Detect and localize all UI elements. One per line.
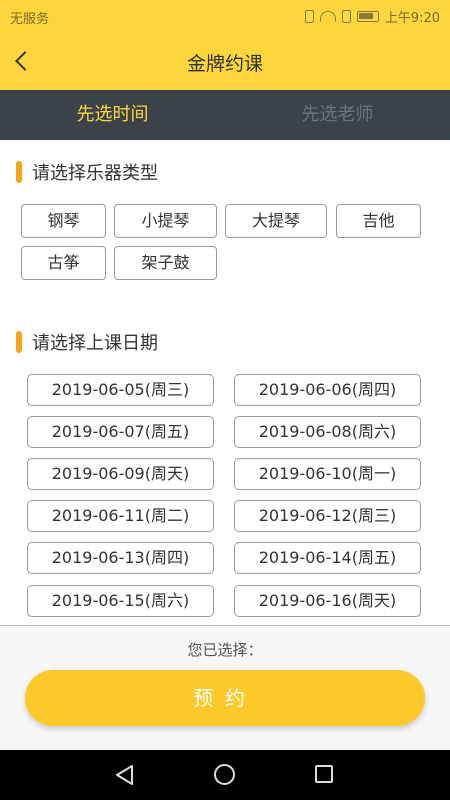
- system-nav-bar: [0, 750, 450, 800]
- instrument-option-drums[interactable]: 架子鼓: [114, 246, 217, 280]
- date-option[interactable]: 2019-06-15(周六): [27, 585, 214, 617]
- nav-home-icon[interactable]: [214, 764, 235, 785]
- wifi-icon: [319, 11, 336, 22]
- selected-summary-label: 您已选择：: [187, 641, 263, 659]
- instrument-option-guitar[interactable]: 吉他: [336, 204, 421, 238]
- date-option[interactable]: 2019-06-11(周二): [27, 500, 214, 532]
- date-option[interactable]: 2019-06-08(周六): [234, 416, 421, 448]
- date-option[interactable]: 2019-06-12(周三): [234, 500, 421, 532]
- tab-choose-teacher[interactable]: 先选老师: [225, 90, 450, 140]
- instrument-section-header: 请选择乐器类型: [16, 159, 158, 185]
- app-header: 金牌约课: [0, 32, 450, 90]
- section-marker: [16, 331, 22, 353]
- status-bar: 无服务 上午9:20: [0, 0, 450, 32]
- carrier-text: 无服务: [10, 12, 50, 27]
- date-option[interactable]: 2019-06-05(周三): [27, 374, 214, 406]
- clock: 上午9:20: [384, 11, 440, 26]
- date-option[interactable]: 2019-06-06(周四): [234, 374, 421, 406]
- date-option[interactable]: 2019-06-14(周五): [234, 542, 421, 574]
- book-button[interactable]: 预约: [25, 670, 425, 726]
- date-option[interactable]: 2019-06-16(周天): [234, 585, 421, 617]
- date-option[interactable]: 2019-06-07(周五): [27, 416, 214, 448]
- date-section-title: 请选择上课日期: [32, 333, 158, 354]
- date-option[interactable]: 2019-06-13(周四): [27, 542, 214, 574]
- bottom-panel: 您已选择： 预约: [0, 625, 450, 750]
- instrument-section-title: 请选择乐器类型: [32, 163, 158, 184]
- tab-choose-time[interactable]: 先选时间: [0, 90, 225, 140]
- section-marker: [16, 161, 22, 183]
- date-section-header: 请选择上课日期: [16, 329, 158, 355]
- status-icons: 上午9:20: [304, 7, 440, 26]
- instrument-option-cello[interactable]: 大提琴: [225, 204, 327, 238]
- nav-back-icon[interactable]: [115, 764, 135, 786]
- date-option[interactable]: 2019-06-10(周一): [234, 458, 421, 490]
- tab-bar: 先选时间 先选老师: [0, 90, 450, 140]
- vibrate-icon: [304, 10, 314, 23]
- instrument-option-violin[interactable]: 小提琴: [114, 204, 217, 238]
- nav-recent-apps-icon[interactable]: [315, 765, 333, 783]
- page-title: 金牌约课: [186, 53, 263, 75]
- sim-icon: [341, 10, 351, 23]
- instrument-option-piano[interactable]: 钢琴: [21, 204, 106, 238]
- instrument-option-guzheng[interactable]: 古筝: [21, 246, 106, 280]
- battery-icon: [356, 11, 379, 22]
- date-option[interactable]: 2019-06-09(周天): [27, 458, 214, 490]
